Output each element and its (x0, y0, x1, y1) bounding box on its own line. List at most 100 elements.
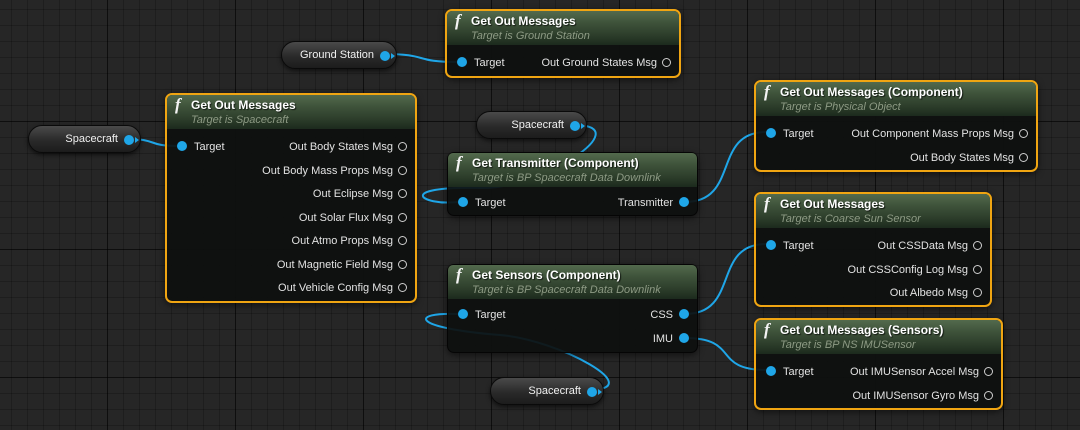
target-pin[interactable]: Target (766, 363, 814, 381)
function-icon: f (175, 95, 181, 114)
object-pin-icon[interactable] (766, 128, 776, 139)
target-pin[interactable]: Target (177, 138, 225, 156)
object-pin-icon[interactable] (380, 51, 390, 61)
output-pin[interactable]: Out Magnetic Field Msg (277, 256, 407, 274)
output-pin[interactable]: Out Vehicle Config Msg (278, 279, 407, 297)
output-pin-icon[interactable] (973, 240, 982, 250)
spacecraft-variable[interactable]: Spacecraft (28, 125, 141, 153)
pin-label: Target (475, 309, 506, 321)
pin-label: Target (783, 366, 814, 378)
output-pin-icon[interactable] (398, 141, 407, 151)
pin-label: Out CSSData Msg (877, 240, 968, 252)
object-pin-icon[interactable] (766, 240, 776, 251)
get-out-messages-spacecraft-node[interactable]: f Get Out Messages Target is Spacecraft … (165, 93, 417, 303)
node-subtitle: Target is Physical Object (780, 101, 901, 113)
output-pin[interactable]: Out Body Mass Props Msg (262, 162, 407, 180)
pin-arrow-icon (135, 137, 139, 143)
object-pin-icon[interactable] (766, 366, 776, 377)
output-pin-icon[interactable] (973, 287, 982, 297)
output-pin-icon[interactable] (398, 259, 407, 269)
target-pin[interactable]: Target (766, 237, 814, 255)
node-header[interactable]: f Get Out Messages (Sensors) Target is B… (756, 320, 1001, 354)
pin-label: Target (783, 240, 814, 252)
get-out-messages-css-node[interactable]: f Get Out Messages Target is Coarse Sun … (754, 192, 992, 307)
object-pin-icon[interactable] (177, 141, 187, 152)
node-header[interactable]: f Get Out Messages Target is Coarse Sun … (756, 194, 990, 228)
pin-label: Target (475, 197, 506, 209)
pin-label: Out Solar Flux Msg (298, 212, 393, 224)
pin-label: Out Atmo Props Msg (291, 235, 393, 247)
output-pin[interactable]: Out Eclipse Msg (313, 185, 407, 203)
output-pin-icon[interactable] (398, 165, 407, 175)
imu-output-pin[interactable]: IMU (653, 330, 689, 348)
function-icon: f (764, 194, 770, 213)
object-pin-icon[interactable] (679, 309, 689, 320)
node-header[interactable]: f Get Out Messages Target is Spacecraft (167, 95, 415, 129)
variable-label: Ground Station (300, 49, 374, 61)
pin-label: Out Body States Msg (910, 152, 1014, 164)
pin-label: Transmitter (617, 197, 673, 209)
get-out-messages-component-node[interactable]: f Get Out Messages (Component) Target is… (754, 80, 1038, 172)
node-title: Get Out Messages (780, 197, 885, 211)
output-pin-icon[interactable] (398, 212, 407, 222)
node-subtitle: Target is Coarse Sun Sensor (780, 213, 921, 225)
pin-arrow-icon (598, 389, 602, 395)
output-pin[interactable]: Out Solar Flux Msg (299, 209, 407, 227)
output-pin-icon[interactable] (984, 366, 993, 376)
output-pin-icon[interactable] (398, 188, 407, 198)
object-pin-icon[interactable] (587, 387, 597, 397)
object-pin-icon[interactable] (457, 57, 467, 68)
transmitter-output-pin[interactable]: Transmitter (618, 194, 689, 212)
get-transmitter-component-node[interactable]: f Get Transmitter (Component) Target is … (447, 152, 698, 216)
output-pin-icon[interactable] (398, 235, 407, 245)
variable-label: Spacecraft (511, 119, 564, 131)
spacecraft-variable[interactable]: Spacecraft (476, 111, 587, 139)
pin-label: Out Ground States Msg (541, 57, 657, 69)
target-pin[interactable]: Target (457, 54, 505, 72)
get-out-messages-ground-station-node[interactable]: f Get Out Messages Target is Ground Stat… (445, 9, 681, 78)
output-pin[interactable]: Out Component Mass Props Msg (851, 125, 1028, 143)
ground-station-variable[interactable]: Ground Station (281, 41, 397, 69)
object-pin-icon[interactable] (679, 197, 689, 208)
node-subtitle: Target is BP Spacecraft Data Downlink (472, 284, 661, 296)
variable-label: Spacecraft (65, 133, 118, 145)
output-pin[interactable]: Out Atmo Props Msg (292, 232, 407, 250)
get-out-messages-sensors-node[interactable]: f Get Out Messages (Sensors) Target is B… (754, 318, 1003, 410)
node-header[interactable]: f Get Sensors (Component) Target is BP S… (448, 265, 697, 299)
spacecraft-variable[interactable]: Spacecraft (490, 377, 604, 405)
output-pin-icon[interactable] (662, 57, 671, 67)
output-pin-icon[interactable] (398, 282, 407, 292)
target-pin[interactable]: Target (458, 194, 506, 212)
node-header[interactable]: f Get Transmitter (Component) Target is … (448, 153, 697, 187)
output-pin-icon[interactable] (1019, 152, 1028, 162)
output-pin-icon[interactable] (973, 264, 982, 274)
node-title: Get Sensors (Component) (472, 268, 621, 282)
variable-label: Spacecraft (528, 385, 581, 397)
output-pin[interactable]: Out IMUSensor Accel Msg (850, 363, 993, 381)
node-title: Get Transmitter (Component) (472, 156, 639, 170)
object-pin-icon[interactable] (679, 333, 689, 344)
output-pin[interactable]: Out Albedo Msg (890, 284, 982, 302)
css-output-pin[interactable]: CSS (650, 306, 689, 324)
output-pin-icon[interactable] (1019, 128, 1028, 138)
object-pin-icon[interactable] (570, 121, 580, 131)
output-pin[interactable]: Out Body States Msg (289, 138, 407, 156)
get-sensors-component-node[interactable]: f Get Sensors (Component) Target is BP S… (447, 264, 698, 353)
output-pin[interactable]: Out Body States Msg (910, 149, 1028, 167)
pin-label: Target (194, 141, 225, 153)
pin-label: Out Component Mass Props Msg (851, 128, 1014, 140)
output-pin[interactable]: Out CSSData Msg (878, 237, 982, 255)
object-pin-icon[interactable] (458, 197, 468, 208)
target-pin[interactable]: Target (458, 306, 506, 324)
output-pin[interactable]: Out CSSConfig Log Msg (848, 261, 982, 279)
output-pin[interactable]: Out IMUSensor Gyro Msg (852, 387, 993, 405)
object-pin-icon[interactable] (124, 135, 134, 145)
output-pin-icon[interactable] (984, 390, 993, 400)
node-title: Get Out Messages (Sensors) (780, 323, 944, 337)
object-pin-icon[interactable] (458, 309, 468, 320)
node-title: Get Out Messages (Component) (780, 85, 963, 99)
node-header[interactable]: f Get Out Messages (Component) Target is… (756, 82, 1036, 116)
target-pin[interactable]: Target (766, 125, 814, 143)
output-pin[interactable]: Out Ground States Msg (541, 54, 671, 72)
node-header[interactable]: f Get Out Messages Target is Ground Stat… (447, 11, 679, 45)
